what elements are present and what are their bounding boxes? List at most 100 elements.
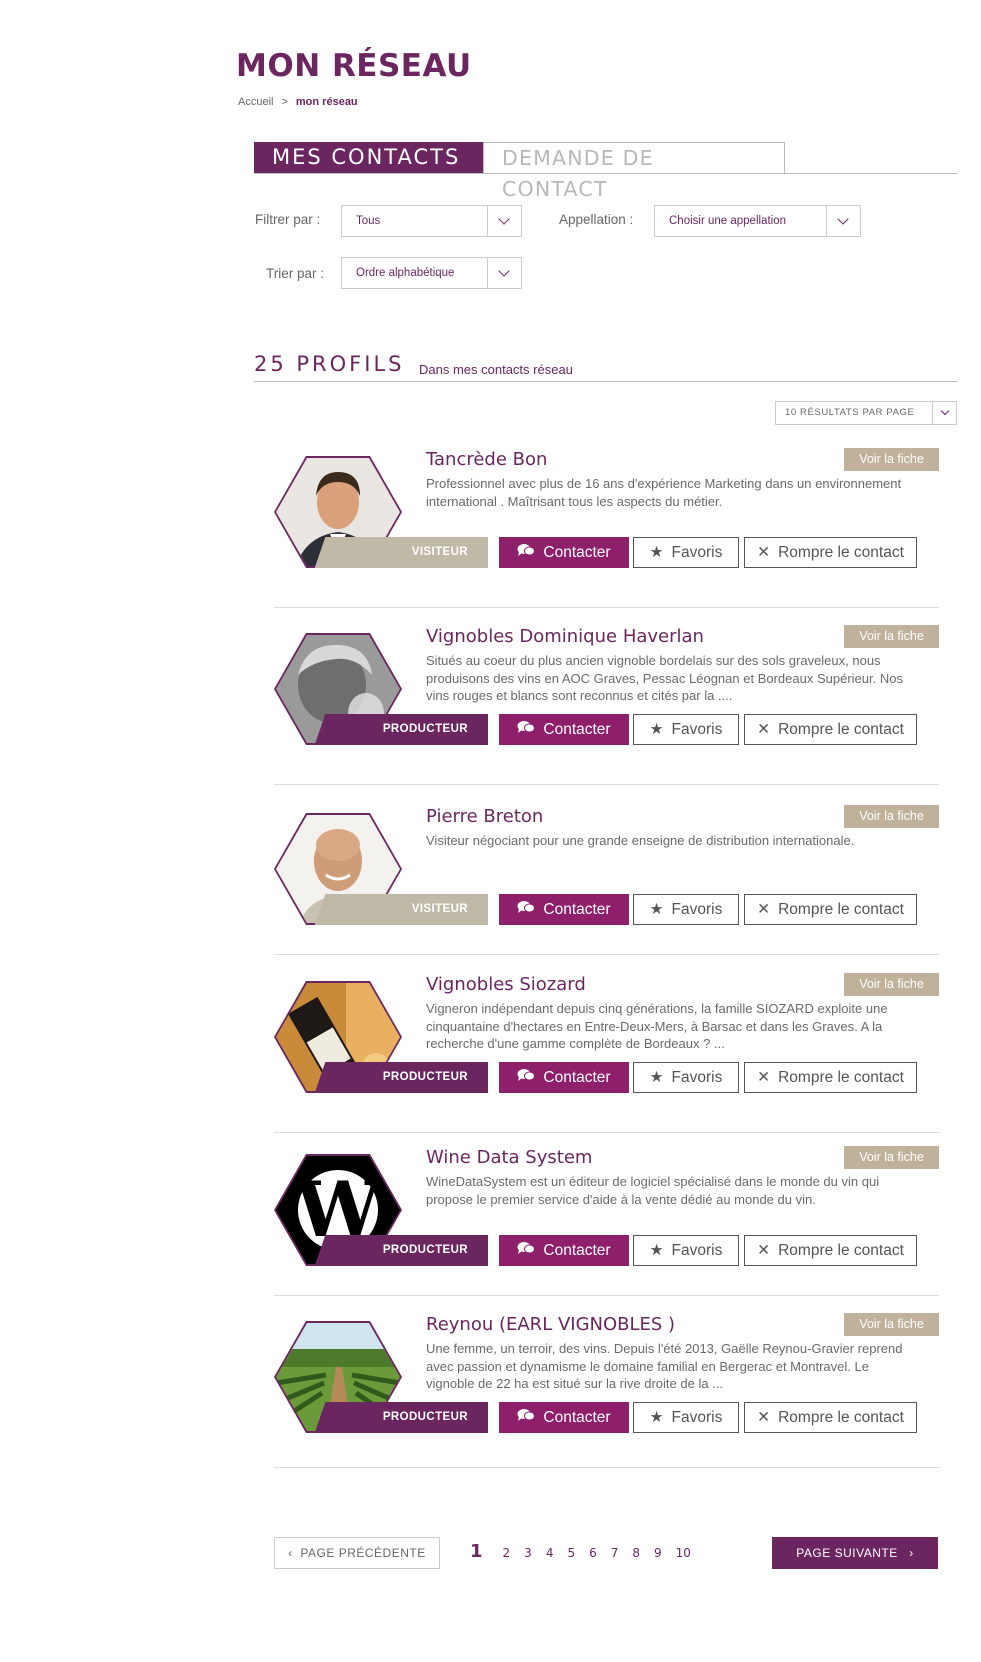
page-link[interactable]: 5 bbox=[567, 1546, 575, 1560]
voir-fiche-button[interactable]: Voir la fiche bbox=[844, 1313, 939, 1336]
rompre-label: Rompre le contact bbox=[778, 721, 904, 738]
favoris-button[interactable]: ★ Favoris bbox=[633, 1402, 739, 1433]
tab-mes-contacts[interactable]: MES CONTACTS bbox=[254, 142, 483, 173]
close-icon: ✕ bbox=[757, 1069, 771, 1086]
next-page-label: PAGE SUIVANTE bbox=[796, 1546, 898, 1560]
profile-name[interactable]: Reynou (EARL VIGNOBLES ) bbox=[426, 1314, 675, 1335]
contact-label: Contacter bbox=[543, 1409, 611, 1426]
profile-card: VISITEUR Tancrède Bon Professionnel avec p… bbox=[274, 448, 939, 608]
contact-button[interactable]: Contacter bbox=[499, 1235, 629, 1266]
page-numbers: 1 2 3 4 5 6 7 8 9 10 bbox=[470, 1541, 705, 1562]
rompre-contact-button[interactable]: ✕ Rompre le contact bbox=[744, 714, 917, 745]
breadcrumb-current: mon réseau bbox=[295, 96, 358, 108]
profile-description: Une femme, un terroir, des vins. Depuis … bbox=[426, 1341, 903, 1391]
chat-bubbles-icon bbox=[517, 895, 536, 924]
sort-value: Ordre alphabétique bbox=[356, 267, 455, 279]
favoris-button[interactable]: ★ Favoris bbox=[633, 714, 739, 745]
profile-name[interactable]: Tancrède Bon bbox=[426, 449, 547, 470]
breadcrumb-home[interactable]: Accueil bbox=[238, 96, 273, 108]
chevron-down-icon bbox=[932, 402, 956, 424]
profile-description: Visiteur négociant pour une grande ensei… bbox=[426, 833, 855, 848]
chat-bubbles-icon bbox=[517, 715, 536, 744]
rompre-label: Rompre le contact bbox=[778, 901, 904, 918]
profile-card: PRODUCTEUR Reynou (EARL VIGNOBLES ) Une fe… bbox=[274, 1313, 939, 1468]
profiles-scope: Dans mes contacts réseau bbox=[419, 362, 573, 377]
tab-demande-de-contact[interactable]: DEMANDE DE CONTACT bbox=[483, 142, 785, 201]
rompre-label: Rompre le contact bbox=[778, 1242, 904, 1259]
favoris-label: Favoris bbox=[671, 1069, 723, 1086]
voir-fiche-button[interactable]: Voir la fiche bbox=[844, 448, 939, 471]
profile-card: PRODUCTEUR Vignobles Siozard Vigneron indé… bbox=[274, 973, 939, 1133]
chevron-down-icon bbox=[487, 258, 521, 288]
favoris-button[interactable]: ★ Favoris bbox=[633, 1062, 739, 1093]
page-link[interactable]: 2 bbox=[503, 1546, 511, 1560]
appellation-select[interactable]: Choisir une appellation bbox=[654, 205, 861, 237]
profile-card: VISITEUR Pierre Breton Visiteur négociant … bbox=[274, 805, 939, 955]
profile-name[interactable]: Vignobles Siozard bbox=[426, 974, 586, 995]
page-link[interactable]: 4 bbox=[546, 1546, 554, 1560]
chat-bubbles-icon bbox=[517, 1403, 536, 1432]
profiles-count: 25 PROFILS bbox=[254, 352, 405, 376]
star-icon: ★ bbox=[649, 901, 664, 918]
chevron-left-icon: ‹ bbox=[288, 1546, 301, 1560]
breadcrumb: Accueil > mon réseau bbox=[238, 96, 358, 108]
profile-description: Situés au coeur du plus ancien vignoble … bbox=[426, 653, 903, 703]
breadcrumb-separator: > bbox=[281, 96, 288, 108]
contact-button[interactable]: Contacter bbox=[499, 537, 629, 568]
rompre-label: Rompre le contact bbox=[778, 544, 904, 561]
contact-button[interactable]: Contacter bbox=[499, 1062, 629, 1093]
results-header: 25 PROFILS Dans mes contacts réseau bbox=[254, 350, 957, 382]
voir-fiche-button[interactable]: Voir la fiche bbox=[844, 1146, 939, 1169]
chevron-down-icon bbox=[487, 206, 521, 236]
filter-value: Tous bbox=[356, 215, 381, 227]
star-icon: ★ bbox=[649, 1409, 664, 1426]
page-link[interactable]: 8 bbox=[632, 1546, 640, 1560]
sort-label: Trier par : bbox=[266, 266, 325, 281]
favoris-button[interactable]: ★ Favoris bbox=[633, 537, 739, 568]
next-page-button[interactable]: PAGE SUIVANTE › bbox=[772, 1537, 938, 1569]
page-link[interactable]: 7 bbox=[611, 1546, 619, 1560]
contact-button[interactable]: Contacter bbox=[499, 1402, 629, 1433]
voir-fiche-button[interactable]: Voir la fiche bbox=[844, 625, 939, 648]
profile-card: PRODUCTEUR Vignobles Dominique Haverlan Si… bbox=[274, 625, 939, 785]
favoris-label: Favoris bbox=[671, 901, 723, 918]
prev-page-button[interactable]: ‹ PAGE PRÉCÉDENTE bbox=[274, 1537, 440, 1569]
star-icon: ★ bbox=[649, 544, 664, 561]
rompre-label: Rompre le contact bbox=[778, 1069, 904, 1086]
appellation-label: Appellation : bbox=[559, 212, 634, 227]
page-link[interactable]: 10 bbox=[676, 1546, 691, 1560]
page-current[interactable]: 1 bbox=[470, 1541, 483, 1562]
close-icon: ✕ bbox=[757, 1242, 771, 1259]
rompre-contact-button[interactable]: ✕ Rompre le contact bbox=[744, 1402, 917, 1433]
per-page-select[interactable]: 10 RÉSULTATS PAR PAGE bbox=[775, 401, 957, 425]
star-icon: ★ bbox=[649, 721, 664, 738]
page-link[interactable]: 9 bbox=[654, 1546, 662, 1560]
contact-button[interactable]: Contacter bbox=[499, 894, 629, 925]
rompre-contact-button[interactable]: ✕ Rompre le contact bbox=[744, 537, 917, 568]
contact-label: Contacter bbox=[543, 544, 611, 561]
voir-fiche-button[interactable]: Voir la fiche bbox=[844, 805, 939, 828]
filter-label: Filtrer par : bbox=[255, 212, 321, 227]
filter-select[interactable]: Tous bbox=[341, 205, 522, 237]
favoris-label: Favoris bbox=[671, 1242, 723, 1259]
rompre-contact-button[interactable]: ✕ Rompre le contact bbox=[744, 894, 917, 925]
page-link[interactable]: 3 bbox=[524, 1546, 532, 1560]
profile-name[interactable]: Pierre Breton bbox=[426, 806, 543, 827]
rompre-contact-button[interactable]: ✕ Rompre le contact bbox=[744, 1062, 917, 1093]
profile-name[interactable]: Vignobles Dominique Haverlan bbox=[426, 626, 704, 647]
profile-card: W PRODUCTEUR Wine Data System WineDataSyste… bbox=[274, 1146, 939, 1296]
favoris-button[interactable]: ★ Favoris bbox=[633, 1235, 739, 1266]
tab-bar: MES CONTACTS DEMANDE DE CONTACT bbox=[254, 142, 957, 201]
sort-select[interactable]: Ordre alphabétique bbox=[341, 257, 522, 289]
favoris-button[interactable]: ★ Favoris bbox=[633, 894, 739, 925]
contact-label: Contacter bbox=[543, 901, 611, 918]
rompre-contact-button[interactable]: ✕ Rompre le contact bbox=[744, 1235, 917, 1266]
chat-bubbles-icon bbox=[517, 1236, 536, 1265]
close-icon: ✕ bbox=[757, 544, 771, 561]
chevron-right-icon: › bbox=[897, 1546, 914, 1560]
voir-fiche-button[interactable]: Voir la fiche bbox=[844, 973, 939, 996]
contact-button[interactable]: Contacter bbox=[499, 714, 629, 745]
rompre-label: Rompre le contact bbox=[778, 1409, 904, 1426]
profile-name[interactable]: Wine Data System bbox=[426, 1147, 592, 1168]
page-link[interactable]: 6 bbox=[589, 1546, 597, 1560]
